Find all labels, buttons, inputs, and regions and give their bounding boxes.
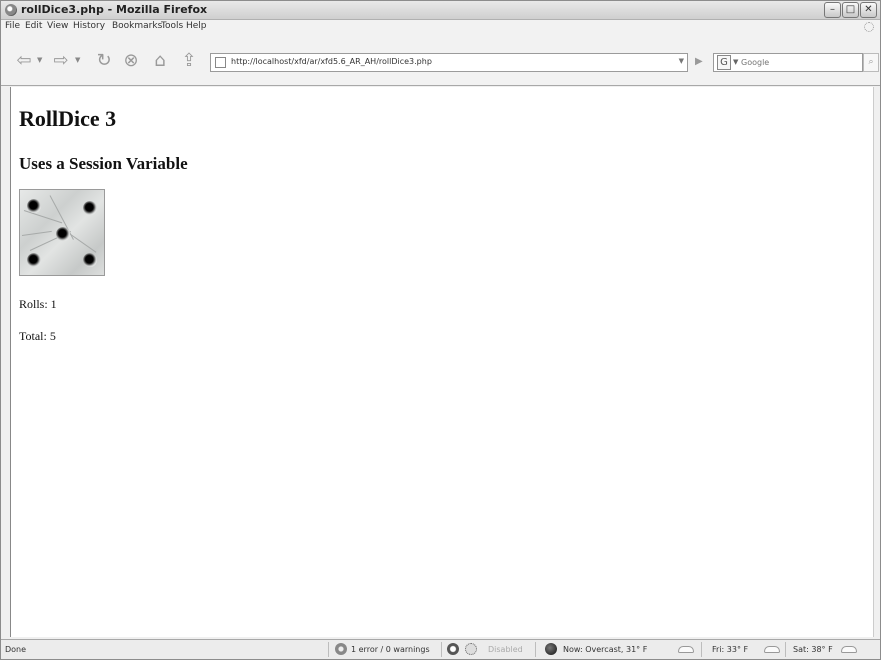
cloud-icon <box>764 646 780 653</box>
weather-friday[interactable]: Fri: 33° F <box>712 645 748 654</box>
weather-now[interactable]: Now: Overcast, 31° F <box>563 645 647 654</box>
close-button[interactable]: ✕ <box>860 2 877 18</box>
minimize-button[interactable]: – <box>824 2 841 18</box>
menu-edit[interactable]: Edit <box>25 21 42 31</box>
roll-total: Total: 5 <box>19 329 56 343</box>
page-subheading: Uses a Session Variable <box>19 154 188 173</box>
url-history-dropdown-icon[interactable]: ▼ <box>679 57 684 65</box>
die-pip <box>56 227 70 241</box>
navigation-toolbar: ⇦ ▼ ⇨ ▼ ↻ ⊗ ⌂ ⇪ http://localhost/xfd/ar/… <box>1 35 880 86</box>
url-bar[interactable]: http://localhost/xfd/ar/xfd5.6_AR_AH/rol… <box>210 53 688 72</box>
addon-status[interactable]: Disabled <box>488 645 523 654</box>
maximize-button[interactable]: □ <box>842 2 859 18</box>
home-icon[interactable]: ⌂ <box>149 50 171 72</box>
page-favicon-icon <box>215 57 226 68</box>
forward-arrow-icon[interactable]: ⇨ <box>50 50 72 72</box>
die-pip <box>83 201 97 215</box>
status-bar: Done 1 error / 0 warnings Disabled Now: … <box>1 639 880 659</box>
search-input[interactable] <box>741 58 831 67</box>
search-engine-dropdown-icon[interactable]: ▼ <box>733 58 738 66</box>
menu-help[interactable]: Help <box>186 21 207 31</box>
partly-cloudy-icon <box>841 646 857 653</box>
google-engine-icon[interactable]: G <box>717 55 731 70</box>
menu-bookmarks[interactable]: Bookmarks <box>112 21 162 31</box>
menu-file[interactable]: File <box>5 21 20 31</box>
gear-icon[interactable] <box>465 643 477 655</box>
bookmark-page-icon[interactable]: ⇪ <box>178 50 200 72</box>
back-arrow-icon[interactable]: ⇦ <box>13 50 35 72</box>
forward-history-dropdown-icon[interactable]: ▼ <box>75 56 80 64</box>
die-image <box>19 189 105 276</box>
url-text[interactable]: http://localhost/xfd/ar/xfd5.6_AR_AH/rol… <box>231 57 432 66</box>
stop-icon[interactable]: ⊗ <box>120 50 142 72</box>
cloud-icon <box>678 646 694 653</box>
error-count[interactable]: 1 error / 0 warnings <box>351 645 430 654</box>
globe-icon[interactable] <box>545 643 557 655</box>
page-heading: RollDice 3 <box>19 106 117 131</box>
status-text: Done <box>5 645 27 654</box>
search-button[interactable]: ⌕ <box>863 53 879 72</box>
rolls-count: Rolls: 1 <box>19 297 57 311</box>
check-icon[interactable] <box>447 643 459 655</box>
page-content: RollDice 3 Uses a Session Variable Rolls… <box>10 87 874 637</box>
die-pip <box>27 199 41 213</box>
firefox-icon <box>5 4 17 16</box>
window-title: rollDice3.php - Mozilla Firefox <box>21 3 208 16</box>
go-button[interactable]: ▶ <box>695 56 703 67</box>
window-controls: – □ ✕ <box>824 2 877 18</box>
menu-view[interactable]: View <box>47 21 68 31</box>
die-pip <box>83 253 97 267</box>
throbber-icon <box>864 22 874 32</box>
error-console-icon[interactable] <box>335 643 347 655</box>
back-history-dropdown-icon[interactable]: ▼ <box>37 56 42 64</box>
weather-saturday[interactable]: Sat: 38° F <box>793 645 833 654</box>
menu-tools[interactable]: Tools <box>161 21 183 31</box>
menu-bar: File Edit View History Bookmarks Tools H… <box>1 20 880 35</box>
browser-window: rollDice3.php - Mozilla Firefox – □ ✕ Fi… <box>0 0 881 660</box>
die-pip <box>27 253 41 267</box>
reload-icon[interactable]: ↻ <box>93 50 115 72</box>
search-bar[interactable]: G ▼ <box>713 53 863 72</box>
title-bar: rollDice3.php - Mozilla Firefox – □ ✕ <box>1 1 880 20</box>
menu-history[interactable]: History <box>73 21 105 31</box>
